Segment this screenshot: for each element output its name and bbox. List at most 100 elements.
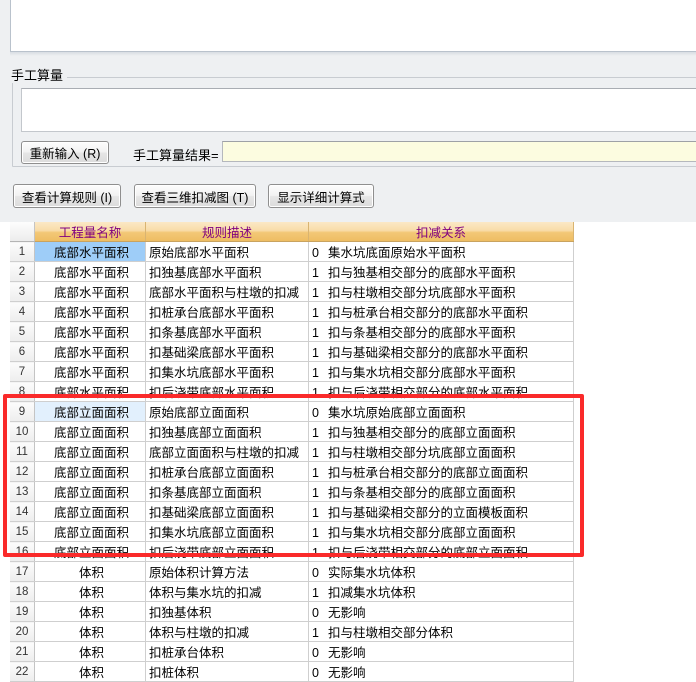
cell-quantity-name[interactable]: 底部水平面积 bbox=[34, 241, 147, 262]
cell-quantity-name[interactable]: 底部立面面积 bbox=[34, 541, 147, 562]
cell-rule-description[interactable]: 扣基础梁底部水平面积 bbox=[145, 341, 310, 362]
cell-rule-description[interactable]: 扣桩体积 bbox=[145, 661, 310, 682]
cell-deduction-relation[interactable]: 0 集水坑底面原始水平面积 bbox=[308, 241, 574, 262]
cell-deduction-relation[interactable]: 0 无影响 bbox=[308, 661, 574, 682]
table-row[interactable]: 17 体积 原始体积计算方法 0 实际集水坑体积 bbox=[10, 561, 574, 582]
table-row[interactable]: 11 底部立面面积 底部立面面积与柱墩的扣减 1 扣与柱墩相交部分坑底部立面面积 bbox=[10, 441, 574, 462]
cell-rule-description[interactable]: 扣集水坑底部水平面积 bbox=[145, 361, 310, 382]
cell-deduction-relation[interactable]: 1 扣与柱墩相交部分体积 bbox=[308, 621, 574, 642]
cell-rule-description[interactable]: 扣独基底部立面面积 bbox=[145, 421, 310, 442]
cell-rule-description[interactable]: 扣桩承台体积 bbox=[145, 641, 310, 662]
cell-quantity-name[interactable]: 底部水平面积 bbox=[34, 381, 147, 402]
row-number[interactable]: 6 bbox=[10, 341, 35, 362]
cell-rule-description[interactable]: 扣基础梁底部立面面积 bbox=[145, 501, 310, 522]
cell-deduction-relation[interactable]: 1 扣与基础梁相交部分的底部水平面积 bbox=[308, 341, 574, 362]
cell-rule-description[interactable]: 体积与柱墩的扣减 bbox=[145, 621, 310, 642]
cell-deduction-relation[interactable]: 1 扣与桩承台相交部分的底部水平面积 bbox=[308, 301, 574, 322]
column-header-relation[interactable]: 扣减关系 bbox=[308, 222, 574, 242]
manual-calc-input[interactable] bbox=[21, 88, 696, 132]
manual-result-field[interactable] bbox=[222, 141, 696, 162]
table-row[interactable]: 18 体积 体积与集水坑的扣减 1 扣减集水坑体积 bbox=[10, 581, 574, 602]
table-row[interactable]: 16 底部立面面积 扣后浇带底部立面面积 1 扣与后浇带相交部分的底部立面面积 bbox=[10, 541, 574, 562]
cell-quantity-name[interactable]: 底部水平面积 bbox=[34, 361, 147, 382]
cell-deduction-relation[interactable]: 1 扣与独基相交部分的底部立面面积 bbox=[308, 421, 574, 442]
cell-rule-description[interactable]: 原始底部立面面积 bbox=[145, 401, 310, 422]
table-row[interactable]: 22 体积 扣桩体积 0 无影响 bbox=[10, 661, 574, 682]
row-number[interactable]: 1 bbox=[10, 241, 35, 262]
cell-rule-description[interactable]: 扣桩承台底部水平面积 bbox=[145, 301, 310, 322]
row-number[interactable]: 7 bbox=[10, 361, 35, 382]
cell-deduction-relation[interactable]: 1 扣与条基相交部分的底部水平面积 bbox=[308, 321, 574, 342]
row-number[interactable]: 16 bbox=[10, 541, 35, 562]
cell-quantity-name[interactable]: 底部立面面积 bbox=[34, 461, 147, 482]
row-number[interactable]: 8 bbox=[10, 381, 35, 402]
cell-quantity-name[interactable]: 体积 bbox=[34, 561, 147, 582]
cell-deduction-relation[interactable]: 1 扣减集水坑体积 bbox=[308, 581, 574, 602]
cell-rule-description[interactable]: 体积与集水坑的扣减 bbox=[145, 581, 310, 602]
cell-deduction-relation[interactable]: 1 扣与基础梁相交部分的立面模板面积 bbox=[308, 501, 574, 522]
row-number[interactable]: 9 bbox=[10, 401, 35, 422]
table-row[interactable]: 5 底部水平面积 扣条基底部水平面积 1 扣与条基相交部分的底部水平面积 bbox=[10, 321, 574, 342]
cell-rule-description[interactable]: 底部水平面积与柱墩的扣减 bbox=[145, 281, 310, 302]
cell-deduction-relation[interactable]: 0 无影响 bbox=[308, 601, 574, 622]
cell-deduction-relation[interactable]: 1 扣与后浇带相交部分的底部立面面积 bbox=[308, 541, 574, 562]
cell-rule-description[interactable]: 原始体积计算方法 bbox=[145, 561, 310, 582]
table-row[interactable]: 12 底部立面面积 扣桩承台底部立面面积 1 扣与桩承台相交部分的底部立面面积 bbox=[10, 461, 574, 482]
cell-quantity-name[interactable]: 底部立面面积 bbox=[34, 501, 147, 522]
row-number[interactable]: 18 bbox=[10, 581, 35, 602]
cell-quantity-name[interactable]: 底部立面面积 bbox=[34, 521, 147, 542]
cell-deduction-relation[interactable]: 0 实际集水坑体积 bbox=[308, 561, 574, 582]
cell-rule-description[interactable]: 扣后浇带底部水平面积 bbox=[145, 381, 310, 402]
cell-rule-description[interactable]: 扣后浇带底部立面面积 bbox=[145, 541, 310, 562]
row-number[interactable]: 13 bbox=[10, 481, 35, 502]
cell-quantity-name[interactable]: 底部立面面积 bbox=[34, 401, 147, 422]
column-header-name[interactable]: 工程量名称 bbox=[34, 222, 147, 242]
row-number[interactable]: 17 bbox=[10, 561, 35, 582]
cell-rule-description[interactable]: 底部立面面积与柱墩的扣减 bbox=[145, 441, 310, 462]
cell-deduction-relation[interactable]: 1 扣与柱墩相交部分坑底部立面面积 bbox=[308, 441, 574, 462]
row-number[interactable]: 3 bbox=[10, 281, 35, 302]
table-row[interactable]: 6 底部水平面积 扣基础梁底部水平面积 1 扣与基础梁相交部分的底部水平面积 bbox=[10, 341, 574, 362]
row-number[interactable]: 22 bbox=[10, 661, 35, 682]
table-row[interactable]: 20 体积 体积与柱墩的扣减 1 扣与柱墩相交部分体积 bbox=[10, 621, 574, 642]
row-number[interactable]: 15 bbox=[10, 521, 35, 542]
view-calc-rule-button[interactable]: 查看计算规则 (I) bbox=[13, 184, 121, 208]
row-number[interactable]: 4 bbox=[10, 301, 35, 322]
table-row[interactable]: 19 体积 扣独基体积 0 无影响 bbox=[10, 601, 574, 622]
row-number[interactable]: 12 bbox=[10, 461, 35, 482]
cell-quantity-name[interactable]: 底部水平面积 bbox=[34, 321, 147, 342]
cell-deduction-relation[interactable]: 1 扣与独基相交部分的底部水平面积 bbox=[308, 261, 574, 282]
column-header-rule[interactable]: 规则描述 bbox=[145, 222, 310, 242]
cell-quantity-name[interactable]: 底部水平面积 bbox=[34, 341, 147, 362]
table-row[interactable]: 2 底部水平面积 扣独基底部水平面积 1 扣与独基相交部分的底部水平面积 bbox=[10, 261, 574, 282]
cell-rule-description[interactable]: 扣条基底部水平面积 bbox=[145, 321, 310, 342]
cell-deduction-relation[interactable]: 1 扣与后浇带相交部分的底部水平面积 bbox=[308, 381, 574, 402]
row-number[interactable]: 5 bbox=[10, 321, 35, 342]
table-row[interactable]: 21 体积 扣桩承台体积 0 无影响 bbox=[10, 641, 574, 662]
table-row[interactable]: 14 底部立面面积 扣基础梁底部立面面积 1 扣与基础梁相交部分的立面模板面积 bbox=[10, 501, 574, 522]
rules-grid[interactable]: 工程量名称 规则描述 扣减关系 1 底部水平面积 原始底部水平面积 0 集水坑底面原始… bbox=[0, 222, 696, 682]
row-number[interactable]: 10 bbox=[10, 421, 35, 442]
cell-quantity-name[interactable]: 体积 bbox=[34, 661, 147, 682]
cell-rule-description[interactable]: 扣桩承台底部立面面积 bbox=[145, 461, 310, 482]
row-number[interactable]: 14 bbox=[10, 501, 35, 522]
column-header-rownum[interactable] bbox=[10, 222, 35, 242]
table-row[interactable]: 4 底部水平面积 扣桩承台底部水平面积 1 扣与桩承台相交部分的底部水平面积 bbox=[10, 301, 574, 322]
cell-quantity-name[interactable]: 体积 bbox=[34, 641, 147, 662]
cell-quantity-name[interactable]: 底部立面面积 bbox=[34, 421, 147, 442]
cell-rule-description[interactable]: 扣集水坑底部立面面积 bbox=[145, 521, 310, 542]
cell-quantity-name[interactable]: 底部水平面积 bbox=[34, 281, 147, 302]
table-row[interactable]: 8 底部水平面积 扣后浇带底部水平面积 1 扣与后浇带相交部分的底部水平面积 bbox=[10, 381, 574, 402]
cell-rule-description[interactable]: 扣条基底部立面面积 bbox=[145, 481, 310, 502]
reinput-button[interactable]: 重新输入 (R) bbox=[21, 141, 109, 164]
cell-rule-description[interactable]: 原始底部水平面积 bbox=[145, 241, 310, 262]
row-number[interactable]: 20 bbox=[10, 621, 35, 642]
cell-deduction-relation[interactable]: 1 扣与柱墩相交部分坑底部水平面积 bbox=[308, 281, 574, 302]
cell-quantity-name[interactable]: 体积 bbox=[34, 621, 147, 642]
row-number[interactable]: 11 bbox=[10, 441, 35, 462]
show-detailed-formula-button[interactable]: 显示详细计算式 bbox=[268, 184, 374, 208]
view-3d-deduction-button[interactable]: 查看三维扣减图 (T) bbox=[134, 184, 256, 208]
row-number[interactable]: 2 bbox=[10, 261, 35, 282]
cell-rule-description[interactable]: 扣独基底部水平面积 bbox=[145, 261, 310, 282]
cell-deduction-relation[interactable]: 1 扣与桩承台相交部分的底部立面面积 bbox=[308, 461, 574, 482]
